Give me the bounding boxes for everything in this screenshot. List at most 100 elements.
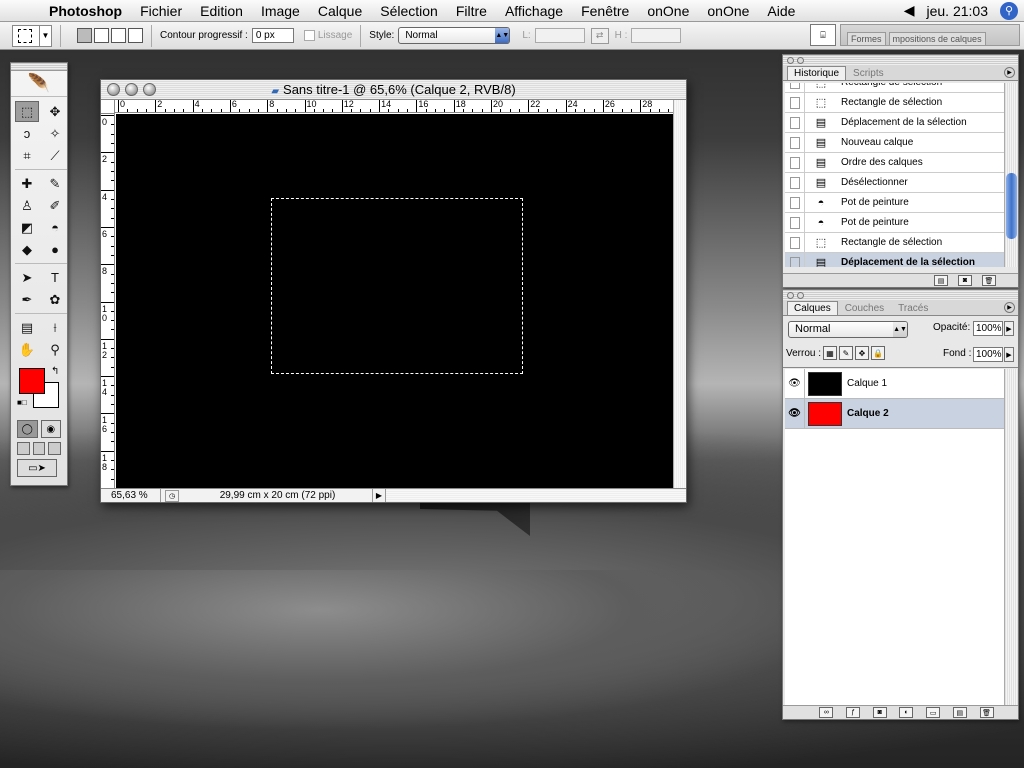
feather-logo-icon[interactable]: 🪶 <box>11 71 67 97</box>
intersect-selection-button[interactable] <box>128 28 143 43</box>
visibility-eye-icon[interactable]: 👁 <box>785 369 805 398</box>
well-tab-formes[interactable]: Formes <box>847 32 886 45</box>
blur-tool-icon[interactable]: ◆ <box>15 239 39 260</box>
new-snapshot-button[interactable]: ◙ <box>958 275 972 286</box>
layer-name[interactable]: Calque 2 <box>847 408 889 419</box>
tab-calques[interactable]: Calques <box>787 301 838 315</box>
move-tool-icon[interactable]: ✥ <box>43 101 67 122</box>
height-input[interactable] <box>631 28 682 43</box>
history-source-toggle[interactable] <box>785 153 805 172</box>
adjustment-layer-button[interactable]: ◐ <box>899 707 914 718</box>
history-state[interactable]: ▤ Désélectionner <box>785 173 1006 193</box>
opacity-input[interactable]: 100% <box>973 321 1003 336</box>
tab-traces[interactable]: Tracés <box>891 301 935 315</box>
fill-input[interactable]: 100% <box>973 347 1003 362</box>
standard-mode-button[interactable]: ◯ <box>17 420 38 438</box>
minimize-window-button[interactable] <box>125 83 138 96</box>
menu-affichage[interactable]: Affichage <box>496 3 572 19</box>
menu-selection[interactable]: Sélection <box>371 3 447 19</box>
tab-couches[interactable]: Couches <box>838 301 891 315</box>
style-select[interactable]: Normal ▲▼ <box>398 27 511 44</box>
hand-tool-icon[interactable]: ✋ <box>15 339 39 360</box>
lock-all-button[interactable]: 🔒 <box>871 346 886 360</box>
add-mask-button[interactable]: ◙ <box>872 707 887 718</box>
vertical-ruler[interactable]: 0 2 4 6 8 1 0 1 2 1 4 1 6 1 8 <box>101 114 115 489</box>
crop-tool-icon[interactable]: ⌗ <box>15 145 39 166</box>
tab-historique[interactable]: Historique <box>787 66 847 80</box>
tab-scripts[interactable]: Scripts <box>846 66 891 80</box>
link-layers-button[interactable]: ∞ <box>819 707 834 718</box>
history-source-toggle[interactable] <box>785 233 805 252</box>
path-selection-tool-icon[interactable]: ➤ <box>15 267 39 288</box>
history-state[interactable]: ⬚ Rectangle de sélection <box>785 93 1006 113</box>
pen-tool-icon[interactable]: ✒ <box>15 289 39 310</box>
menu-onone-2[interactable]: onOne <box>698 3 758 19</box>
history-source-toggle[interactable] <box>785 193 805 212</box>
new-layer-button[interactable]: ▤ <box>952 707 967 718</box>
well-tab-compositions[interactable]: mpositions de calques <box>888 32 986 45</box>
panel-titlebar[interactable] <box>783 55 1018 65</box>
history-brush-tool-icon[interactable]: ✐ <box>43 195 67 216</box>
eyedropper-tool-icon[interactable]: ⟊ <box>43 317 67 338</box>
status-info-icon[interactable]: ◷ <box>165 489 179 502</box>
marquee-tool-icon[interactable]: ⬚ <box>15 101 39 122</box>
history-state[interactable]: ◓ Pot de peinture <box>785 213 1006 233</box>
history-state[interactable]: ▤ Déplacement de la sélection <box>785 253 1006 267</box>
menu-filtre[interactable]: Filtre <box>447 3 496 19</box>
layer-thumbnail[interactable] <box>808 371 842 396</box>
zoom-level-field[interactable]: 65,63 % <box>101 489 161 502</box>
history-source-toggle[interactable] <box>785 93 805 112</box>
quick-mask-button[interactable]: ◉ <box>40 420 61 438</box>
lock-pixels-button[interactable]: ✎ <box>839 346 854 360</box>
image-canvas[interactable] <box>116 114 674 489</box>
status-menu-arrow-icon[interactable]: ▶ <box>373 491 385 500</box>
delete-state-button[interactable]: 🗑 <box>982 275 996 286</box>
menu-edition[interactable]: Edition <box>191 3 252 19</box>
notes-tool-icon[interactable]: ▤ <box>15 317 39 338</box>
eraser-tool-icon[interactable]: ◩ <box>15 217 39 238</box>
antialias-checkbox[interactable] <box>303 30 315 41</box>
delete-layer-button[interactable]: 🗑 <box>979 707 994 718</box>
zoom-tool-icon[interactable]: ⚲ <box>43 339 67 360</box>
clock[interactable]: jeu. 21:03 <box>927 3 989 19</box>
selection-marquee[interactable] <box>271 198 523 374</box>
clone-stamp-tool-icon[interactable]: ♙ <box>15 195 39 216</box>
ruler-origin[interactable] <box>101 100 115 114</box>
slice-tool-icon[interactable]: ⟋ <box>43 145 67 166</box>
panel-menu-icon[interactable]: ▶ <box>1004 302 1015 313</box>
document-horizontal-scrollbar[interactable] <box>385 489 686 502</box>
menu-aide[interactable]: Aide <box>758 3 804 19</box>
visibility-eye-icon[interactable]: 👁 <box>785 399 805 428</box>
layer-row[interactable]: 👁 Calque 1 <box>785 369 1006 399</box>
panel-close-button[interactable] <box>787 291 794 299</box>
add-selection-button[interactable] <box>94 28 109 43</box>
history-state[interactable]: ▤ Ordre des calques <box>785 153 1006 173</box>
menu-onone-1[interactable]: onOne <box>638 3 698 19</box>
history-state[interactable]: ▤ Nouveau calque <box>785 133 1006 153</box>
opacity-slider-arrow-icon[interactable]: ▶ <box>1004 321 1014 336</box>
fill-slider-arrow-icon[interactable]: ▶ <box>1004 347 1014 362</box>
speaker-icon[interactable]: ◀ <box>904 2 915 19</box>
paint-bucket-tool-icon[interactable]: ◓ <box>43 217 67 238</box>
magic-wand-tool-icon[interactable]: ✧ <box>43 123 67 144</box>
subtract-selection-button[interactable] <box>111 28 126 43</box>
layer-thumbnail[interactable] <box>808 401 842 426</box>
feather-input[interactable]: 0 px <box>251 28 294 43</box>
panel-menu-icon[interactable]: ▶ <box>1004 67 1015 78</box>
history-scrollbar[interactable] <box>1004 83 1018 267</box>
history-source-toggle[interactable] <box>785 213 805 232</box>
spotlight-icon[interactable]: ⚲ <box>1000 1 1018 20</box>
history-state[interactable]: ◓ Pot de peinture <box>785 193 1006 213</box>
document-titlebar[interactable]: ▰ Sans titre-1 @ 65,6% (Calque 2, RVB/8) <box>101 80 686 100</box>
history-source-toggle[interactable] <box>785 113 805 132</box>
swap-colors-icon[interactable]: ↰ <box>51 366 59 377</box>
blend-mode-select[interactable]: Normal ▲▼ <box>788 321 908 338</box>
file-browser-icon[interactable]: ⌸ <box>810 24 836 46</box>
document-vertical-scrollbar[interactable] <box>673 100 686 489</box>
history-state[interactable]: ⬚ Rectangle de sélection <box>785 233 1006 253</box>
history-state[interactable]: ⬚ Rectangle de sélection <box>785 83 1006 93</box>
width-input[interactable] <box>534 28 585 43</box>
panel-collapse-button[interactable] <box>797 291 804 299</box>
history-source-toggle[interactable] <box>785 173 805 192</box>
history-source-toggle[interactable] <box>785 133 805 152</box>
